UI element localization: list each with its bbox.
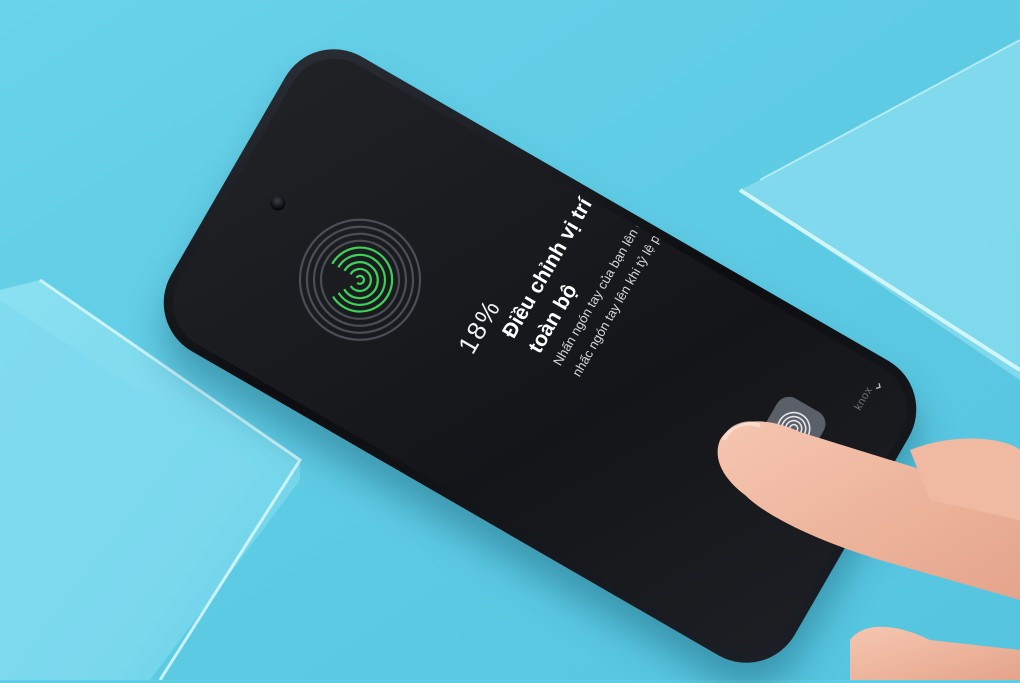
- user-finger: [717, 421, 1020, 680]
